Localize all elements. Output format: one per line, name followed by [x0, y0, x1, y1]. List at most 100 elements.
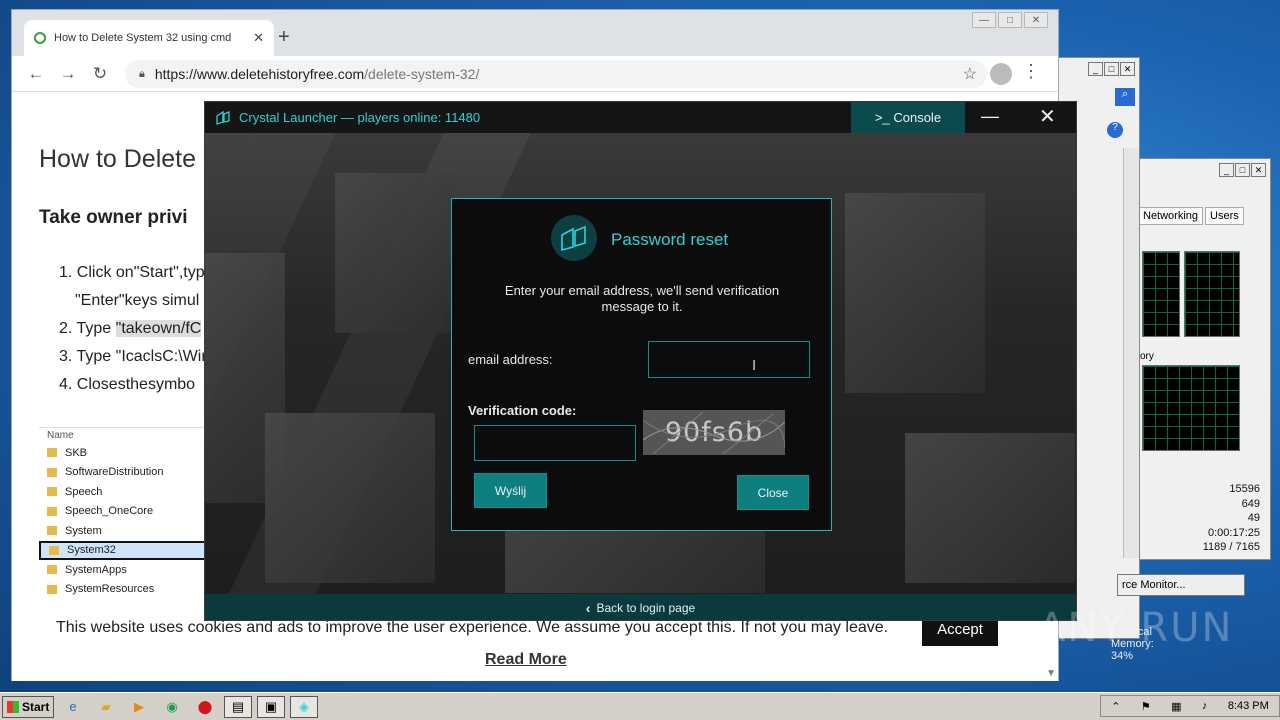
- chevron-left-icon: ‹: [585, 600, 591, 616]
- maximize-button[interactable]: □: [1104, 62, 1119, 76]
- stat-uptime: 0:00:17:25: [1208, 527, 1260, 539]
- folder-icon: [47, 487, 57, 497]
- media-player-icon[interactable]: ▶: [125, 696, 153, 718]
- chrome-icon[interactable]: ◉: [158, 696, 186, 718]
- system-tray: ⌃ ⚑ ▦ ♪ 8:43 PM: [1100, 695, 1280, 717]
- folder-name: Speech_OneCore: [65, 505, 154, 518]
- folder-row: SKB: [39, 443, 209, 463]
- bg-block: [335, 173, 455, 333]
- crystal-logo-svg: [561, 225, 586, 252]
- folder-icon: [47, 565, 57, 575]
- network-icon[interactable]: ▦: [1171, 700, 1181, 713]
- memory-section-label: ory: [1140, 351, 1154, 362]
- stat-available: 49: [1247, 512, 1260, 524]
- launcher-close-button[interactable]: ✕: [1039, 104, 1056, 129]
- back-to-login-label: Back to login page: [596, 601, 696, 615]
- task-manager-tabs: Networking Users: [1138, 207, 1246, 225]
- close-button[interactable]: ✕: [1251, 163, 1266, 177]
- cpu-graph-2: [1184, 251, 1240, 337]
- captcha-noise: [643, 411, 785, 455]
- folder-row-selected: System32: [39, 540, 209, 560]
- crystal-launcher-window: Crystal Launcher — players online: 11480…: [204, 101, 1077, 621]
- action-center-icon[interactable]: ⚑: [1141, 700, 1151, 713]
- forward-button[interactable]: →: [52, 64, 84, 84]
- close-button[interactable]: Close: [737, 475, 809, 510]
- crystal-logo-icon: [551, 215, 597, 261]
- browser-tab[interactable]: How to Delete System 32 using cmd ✕: [24, 20, 274, 56]
- stat-total: 15596: [1229, 483, 1260, 495]
- launcher-title: Crystal Launcher — players online: 11480: [239, 110, 481, 125]
- memory-graph: [1142, 365, 1240, 451]
- scrollbar[interactable]: [1123, 148, 1139, 558]
- volume-icon[interactable]: ♪: [1202, 700, 1208, 712]
- minimize-button[interactable]: _: [1088, 62, 1103, 76]
- folder-row: System: [39, 521, 209, 541]
- back-to-login-link[interactable]: ‹ Back to login page: [205, 594, 1076, 620]
- start-button[interactable]: Start: [2, 695, 54, 718]
- back-button[interactable]: ←: [20, 64, 52, 84]
- text-cursor-icon: I: [752, 357, 757, 374]
- close-button[interactable]: ✕: [1024, 12, 1048, 28]
- console-button[interactable]: >_ Console: [851, 102, 965, 133]
- crystal-launcher-taskbar-icon[interactable]: ◈: [290, 695, 318, 718]
- folder-icon: [47, 584, 57, 594]
- step-2: 2. Type "takeown/fC: [59, 315, 210, 343]
- bg-block: [905, 433, 1075, 583]
- browser-titlebar: How to Delete System 32 using cmd ✕ + — …: [12, 10, 1058, 56]
- reload-button[interactable]: ↻: [84, 64, 116, 84]
- windows-flag-icon: [7, 700, 19, 713]
- maximize-button[interactable]: □: [1235, 163, 1250, 177]
- verification-code-field[interactable]: [474, 425, 636, 461]
- help-icon[interactable]: ?: [1107, 122, 1123, 138]
- folder-row: SoftwareDistribution: [39, 463, 209, 483]
- explorer-screenshot: Name SKB SoftwareDistribution Speech Spe…: [39, 427, 209, 595]
- cmd-taskbar-icon[interactable]: ▣: [257, 695, 285, 718]
- bg-block: [845, 193, 985, 393]
- password-reset-dialog: Password reset Enter your email address,…: [451, 198, 832, 531]
- show-hidden-icons-icon[interactable]: ⌃: [1111, 700, 1120, 713]
- profile-avatar[interactable]: [990, 63, 1012, 85]
- minimize-button[interactable]: —: [972, 12, 996, 28]
- folder-name: SKB: [65, 446, 88, 459]
- steps-list: 1. Click on"Start",typ "Enter"keys simul…: [59, 259, 210, 399]
- folder-icon[interactable]: ▰: [92, 696, 120, 718]
- folder-name: System: [65, 524, 102, 537]
- tab-networking[interactable]: Networking: [1138, 207, 1204, 225]
- tab-title: How to Delete System 32 using cmd: [54, 32, 232, 44]
- email-field[interactable]: [648, 341, 810, 378]
- tab-users[interactable]: Users: [1205, 207, 1244, 225]
- browser-menu-icon[interactable]: ⋮: [1022, 61, 1040, 82]
- search-icon[interactable]: ⌕: [1115, 88, 1135, 106]
- step-4: 4. Closesthesymbo: [59, 376, 196, 393]
- task-manager-taskbar-icon[interactable]: ▤: [224, 695, 252, 718]
- minimize-button[interactable]: _: [1219, 163, 1234, 177]
- send-button[interactable]: Wyślij: [474, 473, 547, 508]
- url-path: /delete-system-32/: [364, 66, 480, 82]
- resource-monitor-button[interactable]: rce Monitor...: [1117, 574, 1245, 596]
- maximize-button[interactable]: □: [998, 12, 1022, 28]
- new-tab-button[interactable]: +: [278, 26, 290, 49]
- close-button[interactable]: ✕: [1120, 62, 1135, 76]
- folder-name: Speech: [65, 485, 103, 498]
- taskbar: Start e ▰ ▶ ◉ ⬤ ▤ ▣ ◈ ⌃ ⚑ ▦ ♪ 8:43 PM: [0, 692, 1280, 720]
- address-bar[interactable]: 🔒︎ https://www.deletehistoryfree.com/del…: [125, 60, 987, 88]
- url-host: https://www.deletehistoryfree.com: [154, 66, 365, 82]
- launcher-minimize-button[interactable]: —: [981, 106, 999, 127]
- tab-close-icon[interactable]: ✕: [253, 30, 264, 46]
- cpu-graph-1: [1142, 251, 1180, 337]
- folder-icon: [47, 506, 57, 516]
- dialog-description: Enter your email address, we'll send ver…: [504, 283, 780, 314]
- clock[interactable]: 8:43 PM: [1228, 700, 1269, 712]
- folder-name: System32: [67, 544, 116, 557]
- scroll-down-arrow-icon[interactable]: ▼: [1046, 668, 1056, 679]
- verification-label: Verification code:: [468, 403, 577, 418]
- explorer-controls: _ □ ✕: [1088, 62, 1135, 76]
- browser-toolbar: ← → ↻ 🔒︎ https://www.deletehistoryfree.c…: [12, 56, 1058, 92]
- opera-icon[interactable]: ⬤: [191, 696, 219, 718]
- article-subheading: Take owner privi: [39, 207, 188, 228]
- bookmark-star-icon[interactable]: ☆: [963, 64, 977, 84]
- read-more-link[interactable]: Read More: [485, 651, 567, 669]
- ie-icon[interactable]: e: [59, 696, 87, 718]
- captcha-image: 90fs6b: [643, 410, 785, 455]
- task-manager-window: _ □ ✕ Networking Users ory 15596 649 49 …: [1137, 158, 1271, 560]
